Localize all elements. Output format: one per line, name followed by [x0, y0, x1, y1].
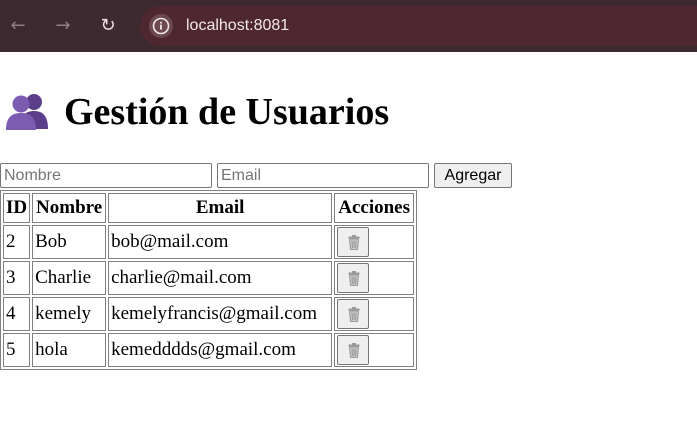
cell-nombre: Charlie — [32, 261, 107, 295]
url-text[interactable]: localhost:8081 — [186, 15, 289, 37]
two-users-icon — [6, 91, 50, 131]
cell-acciones — [334, 333, 415, 367]
cell-email: kemedddds@gmail.com — [108, 333, 333, 367]
cell-nombre: kemely — [32, 297, 107, 331]
cell-nombre: Bob — [32, 225, 107, 259]
site-info-icon[interactable] — [149, 14, 173, 38]
email-input[interactable] — [217, 163, 429, 188]
back-arrow-icon[interactable]: ← — [5, 13, 31, 39]
name-input[interactable] — [0, 163, 212, 188]
header-acciones: Acciones — [334, 193, 415, 223]
cell-id: 2 — [3, 225, 31, 259]
page-title: Gestión de Usuarios — [6, 88, 389, 136]
delete-user-button[interactable] — [337, 227, 370, 257]
reload-icon[interactable]: ↻ — [95, 13, 121, 39]
header-id: ID — [3, 193, 31, 223]
delete-user-button[interactable] — [337, 335, 370, 365]
cell-acciones — [334, 261, 415, 295]
cell-id: 3 — [3, 261, 31, 295]
delete-user-button[interactable] — [337, 299, 370, 329]
table-row: 4 kemely kemelyfrancis@gmail.com — [3, 297, 415, 331]
cell-acciones — [334, 225, 415, 259]
table-row: 3 Charlie charlie@mail.com — [3, 261, 415, 295]
cell-email: kemelyfrancis@gmail.com — [108, 297, 333, 331]
page-title-text: Gestión de Usuarios — [64, 91, 390, 133]
forward-arrow-icon[interactable]: → — [50, 13, 76, 39]
table-row: 5 hola kemedddds@gmail.com — [3, 333, 415, 367]
browser-toolbar: ← → ↻ localhost:8081 — [0, 0, 697, 52]
trash-icon — [348, 343, 360, 358]
table-header-row: ID Nombre Email Acciones — [3, 193, 415, 223]
trash-icon — [348, 235, 360, 250]
cell-email: bob@mail.com — [108, 225, 333, 259]
header-nombre: Nombre — [32, 193, 107, 223]
cell-id: 4 — [3, 297, 31, 331]
table-row: 2 Bob bob@mail.com — [3, 225, 415, 259]
cell-nombre: hola — [32, 333, 107, 367]
users-table: ID Nombre Email Acciones 2 Bob bob@mail.… — [0, 190, 418, 370]
trash-icon — [348, 307, 360, 322]
add-user-button[interactable]: Agregar — [434, 163, 512, 188]
cell-acciones — [334, 297, 415, 331]
delete-user-button[interactable] — [337, 263, 370, 293]
cell-email: charlie@mail.com — [108, 261, 333, 295]
cell-id: 5 — [3, 333, 31, 367]
trash-icon — [348, 271, 360, 286]
header-email: Email — [108, 193, 333, 223]
